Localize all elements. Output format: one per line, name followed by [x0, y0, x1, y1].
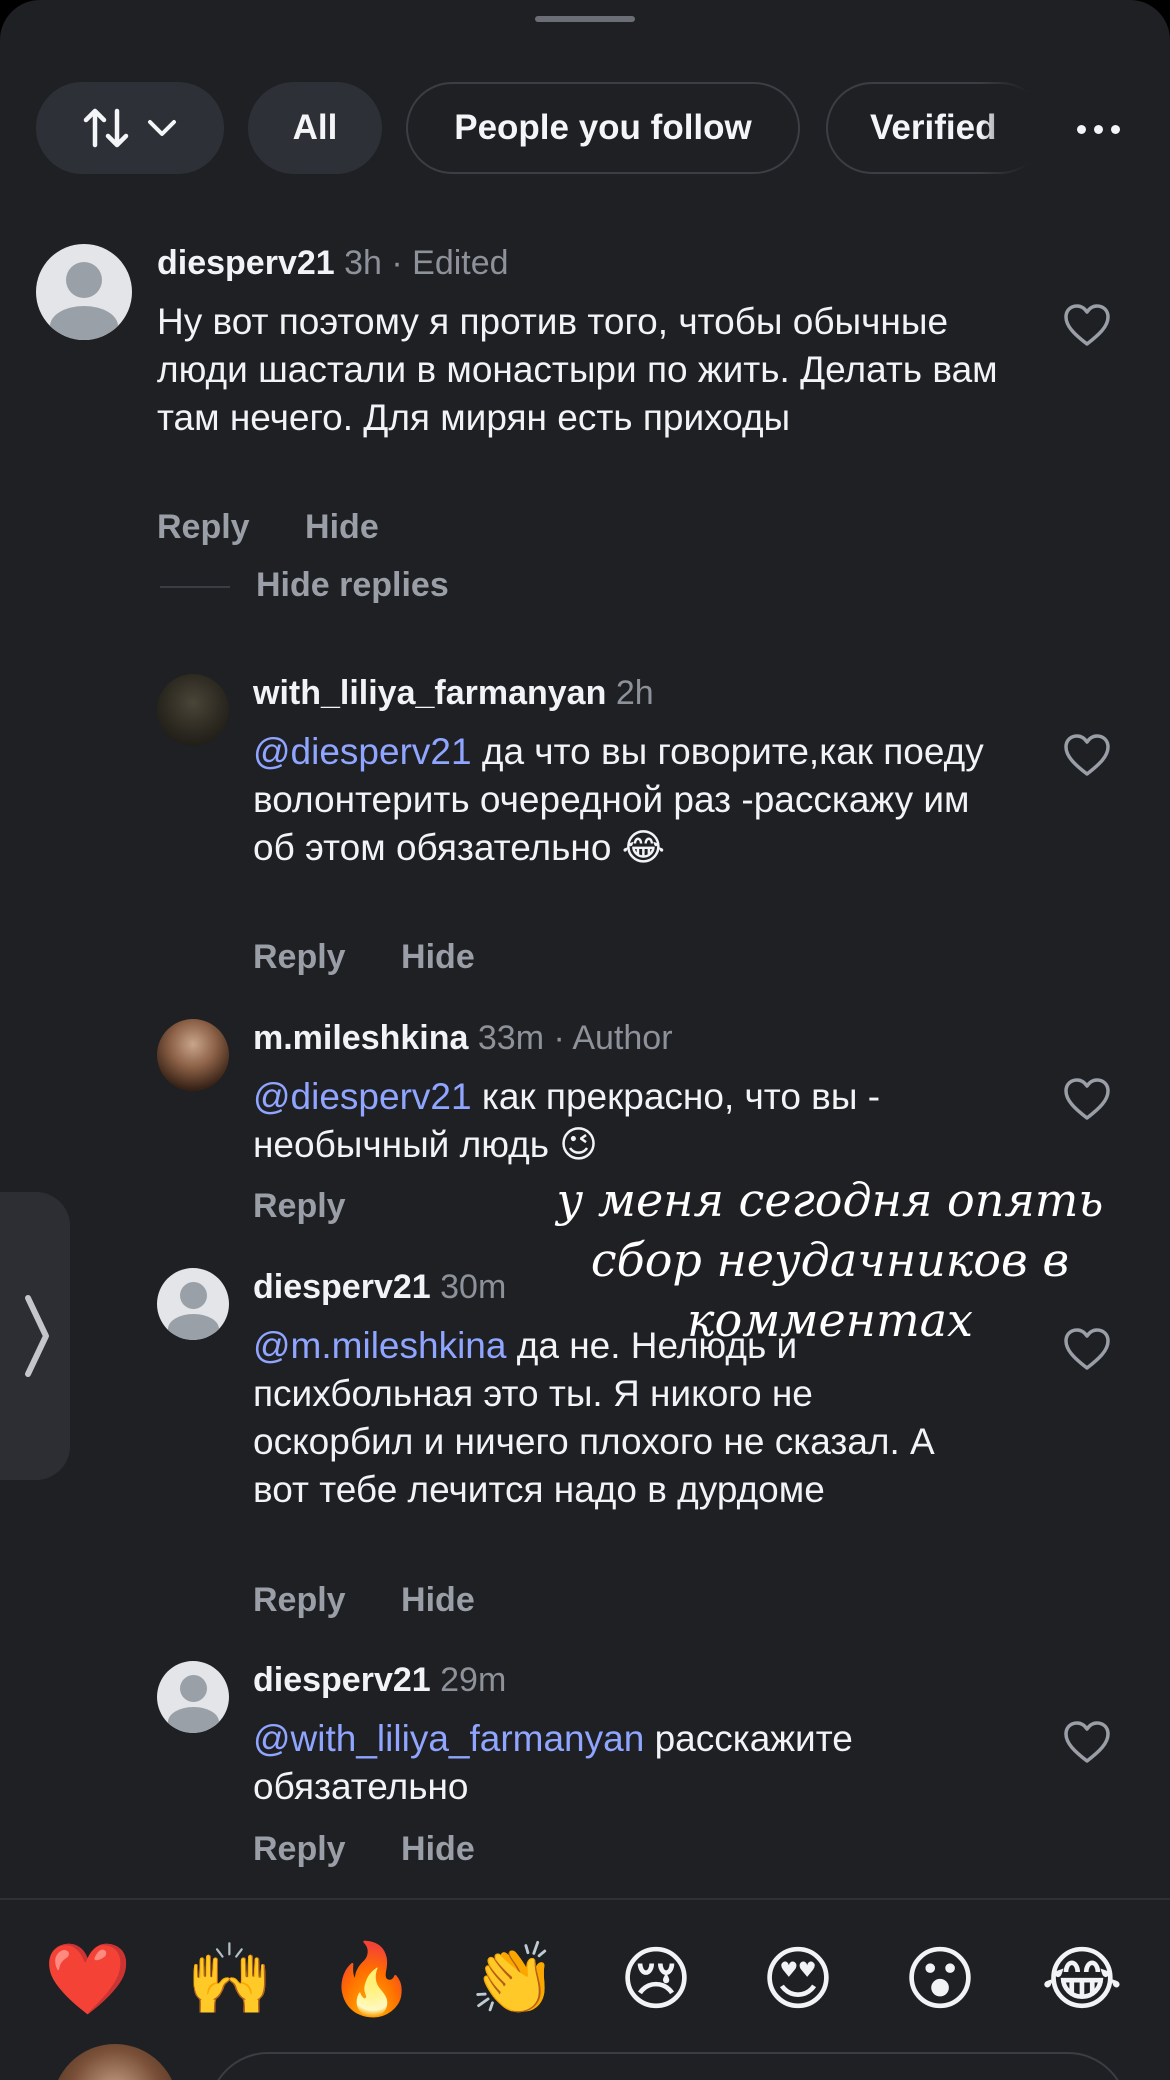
hide-button[interactable]: Hide — [401, 1581, 475, 1619]
emoji-fire[interactable]: 🔥 — [317, 1924, 427, 2034]
emoji-clapping[interactable]: 👏 — [459, 1924, 569, 2034]
comment-header: diesperv21 30m — [253, 1268, 506, 1307]
comment-meta: 3h · Edited — [344, 244, 509, 282]
side-drawer-tab[interactable] — [0, 1192, 70, 1480]
comment-meta: 2h — [615, 674, 654, 712]
like-heart-icon[interactable] — [1062, 302, 1112, 348]
chevron-down-icon — [148, 120, 176, 136]
hide-button[interactable]: Hide — [401, 1830, 475, 1868]
comments-sheet: All People you follow Verified diesperv2… — [0, 0, 1170, 2080]
comment-text: @diesperv21 как прекрасно, что вы - необ… — [253, 1073, 1013, 1169]
comment-meta: 29m — [440, 1661, 507, 1699]
comment-text: @with_liliya_farmanyan расскажите обязат… — [253, 1715, 1013, 1811]
comment-meta: 33m · Author — [477, 1019, 673, 1057]
hide-button[interactable]: Hide — [401, 938, 475, 976]
filter-people-you-follow-chip[interactable]: People you follow — [406, 82, 800, 174]
mention-link[interactable]: @diesperv21 — [253, 731, 472, 772]
emoji-heart[interactable]: ❤️ — [33, 1924, 143, 2034]
sort-button[interactable] — [36, 82, 224, 174]
avatar[interactable] — [36, 244, 132, 340]
reply-button[interactable]: Reply — [253, 938, 346, 976]
reply-button[interactable]: Reply — [253, 1830, 346, 1868]
comment-username[interactable]: diesperv21 — [157, 244, 335, 282]
emoji-quick-reactions: ❤️ 🙌 🔥 👏 😢 😍 😮 😂 — [0, 1924, 1170, 2034]
emoji-bar-divider — [0, 1898, 1170, 1900]
mention-link[interactable]: @with_liliya_farmanyan — [253, 1718, 644, 1759]
chevron-right-icon — [25, 1295, 49, 1377]
chip-scroll-fade — [980, 82, 1050, 176]
comment-actions: Reply — [253, 1187, 392, 1226]
comment-text: @m.mileshkina да не. Нелюдь и психбольна… — [253, 1322, 973, 1514]
comment-input[interactable] — [208, 2052, 1128, 2080]
story-caption-overlay: у меня сегодня опять сбор неудачников в … — [556, 1173, 1104, 1347]
avatar[interactable] — [157, 674, 229, 746]
comment-username[interactable]: diesperv21 — [253, 1661, 431, 1699]
comment-actions: Reply Hide — [157, 508, 425, 547]
hide-replies-button[interactable]: Hide replies — [256, 566, 449, 605]
more-horizontal-icon[interactable] — [1066, 108, 1130, 150]
emoji-laughing[interactable]: 😂 — [1027, 1924, 1137, 2034]
comment-meta: 30m — [440, 1268, 507, 1306]
comment-header: diesperv21 3h · Edited — [157, 244, 509, 283]
comment-header: with_liliya_farmanyan 2h — [253, 674, 654, 713]
composer-avatar — [52, 2044, 178, 2080]
comment-actions: Reply Hide — [253, 938, 521, 977]
comment-header: diesperv21 29m — [253, 1661, 506, 1700]
avatar[interactable] — [157, 1268, 229, 1340]
replies-divider — [160, 586, 230, 588]
avatar[interactable] — [157, 1019, 229, 1091]
emoji-surprised[interactable]: 😮 — [885, 1924, 995, 2034]
avatar[interactable] — [157, 1661, 229, 1733]
mention-link[interactable]: @m.mileshkina — [253, 1325, 506, 1366]
hide-button[interactable]: Hide — [305, 508, 379, 546]
sheet-grabber[interactable] — [535, 16, 635, 22]
comment-text: Ну вот поэтому я против того, чтобы обыч… — [157, 298, 1017, 442]
comment-username[interactable]: m.mileshkina — [253, 1019, 468, 1057]
comment-actions: Reply Hide — [253, 1581, 521, 1620]
emoji-heart-eyes[interactable]: 😍 — [743, 1924, 853, 2034]
filter-all-chip[interactable]: All — [248, 82, 382, 174]
comment-header: m.mileshkina 33m · Author — [253, 1019, 673, 1058]
emoji-raising-hands[interactable]: 🙌 — [175, 1924, 285, 2034]
like-heart-icon[interactable] — [1062, 1076, 1112, 1122]
reply-button[interactable]: Reply — [253, 1187, 346, 1225]
comment-actions: Reply Hide — [253, 1830, 521, 1869]
reply-button[interactable]: Reply — [253, 1581, 346, 1619]
mention-link[interactable]: @diesperv21 — [253, 1076, 472, 1117]
comment-body: Ну вот поэтому я против того, чтобы обыч… — [157, 301, 998, 438]
like-heart-icon[interactable] — [1062, 1719, 1112, 1765]
sort-arrows-icon — [83, 108, 129, 148]
comment-username[interactable]: with_liliya_farmanyan — [253, 674, 606, 712]
comment-username[interactable]: diesperv21 — [253, 1268, 431, 1306]
comment-text: @diesperv21 да что вы говорите,как поеду… — [253, 728, 1013, 872]
like-heart-icon[interactable] — [1062, 732, 1112, 778]
emoji-crying[interactable]: 😢 — [601, 1924, 711, 2034]
reply-button[interactable]: Reply — [157, 508, 250, 546]
